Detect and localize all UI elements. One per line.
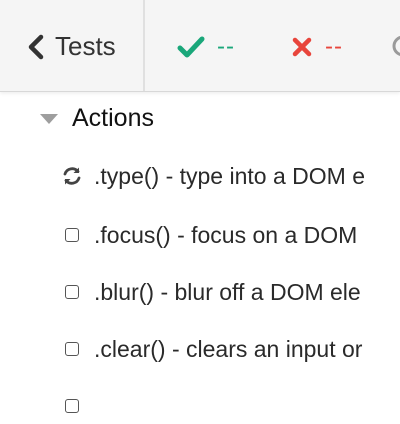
test-item[interactable]: .type() - type into a DOM e bbox=[60, 158, 400, 194]
test-item-partial[interactable] bbox=[60, 388, 400, 424]
test-label: .type() - type into a DOM e bbox=[94, 162, 365, 189]
pending-circle-icon[interactable] bbox=[390, 33, 400, 59]
chevron-left-icon bbox=[28, 34, 44, 60]
test-item[interactable]: .focus() - focus on a DOM bbox=[60, 217, 400, 253]
passed-count: -- bbox=[217, 33, 235, 60]
test-label: .clear() - clears an input or bbox=[94, 335, 363, 362]
check-icon bbox=[177, 36, 205, 58]
test-label: .blur() - blur off a DOM ele bbox=[94, 278, 361, 305]
checkbox-icon bbox=[60, 280, 84, 304]
suite-title: Actions bbox=[72, 103, 154, 132]
header-divider bbox=[143, 0, 145, 91]
reporter-header: Tests -- -- bbox=[0, 0, 400, 92]
back-label: Tests bbox=[55, 31, 116, 61]
passed-stat[interactable]: -- bbox=[177, 34, 235, 60]
test-label: .focus() - focus on a DOM bbox=[94, 221, 358, 248]
failed-stat[interactable]: -- bbox=[291, 34, 343, 60]
back-to-tests-button[interactable]: Tests bbox=[0, 0, 143, 91]
suite-actions[interactable]: Actions bbox=[40, 100, 154, 136]
refresh-icon bbox=[60, 164, 84, 188]
test-item[interactable]: .blur() - blur off a DOM ele bbox=[60, 274, 400, 310]
checkbox-icon bbox=[60, 337, 84, 361]
checkbox-icon bbox=[60, 223, 84, 247]
test-item[interactable]: .clear() - clears an input or bbox=[60, 331, 400, 367]
caret-down-icon bbox=[40, 114, 58, 124]
failed-count: -- bbox=[325, 33, 343, 60]
checkbox-icon bbox=[60, 394, 84, 418]
x-icon bbox=[292, 37, 312, 57]
